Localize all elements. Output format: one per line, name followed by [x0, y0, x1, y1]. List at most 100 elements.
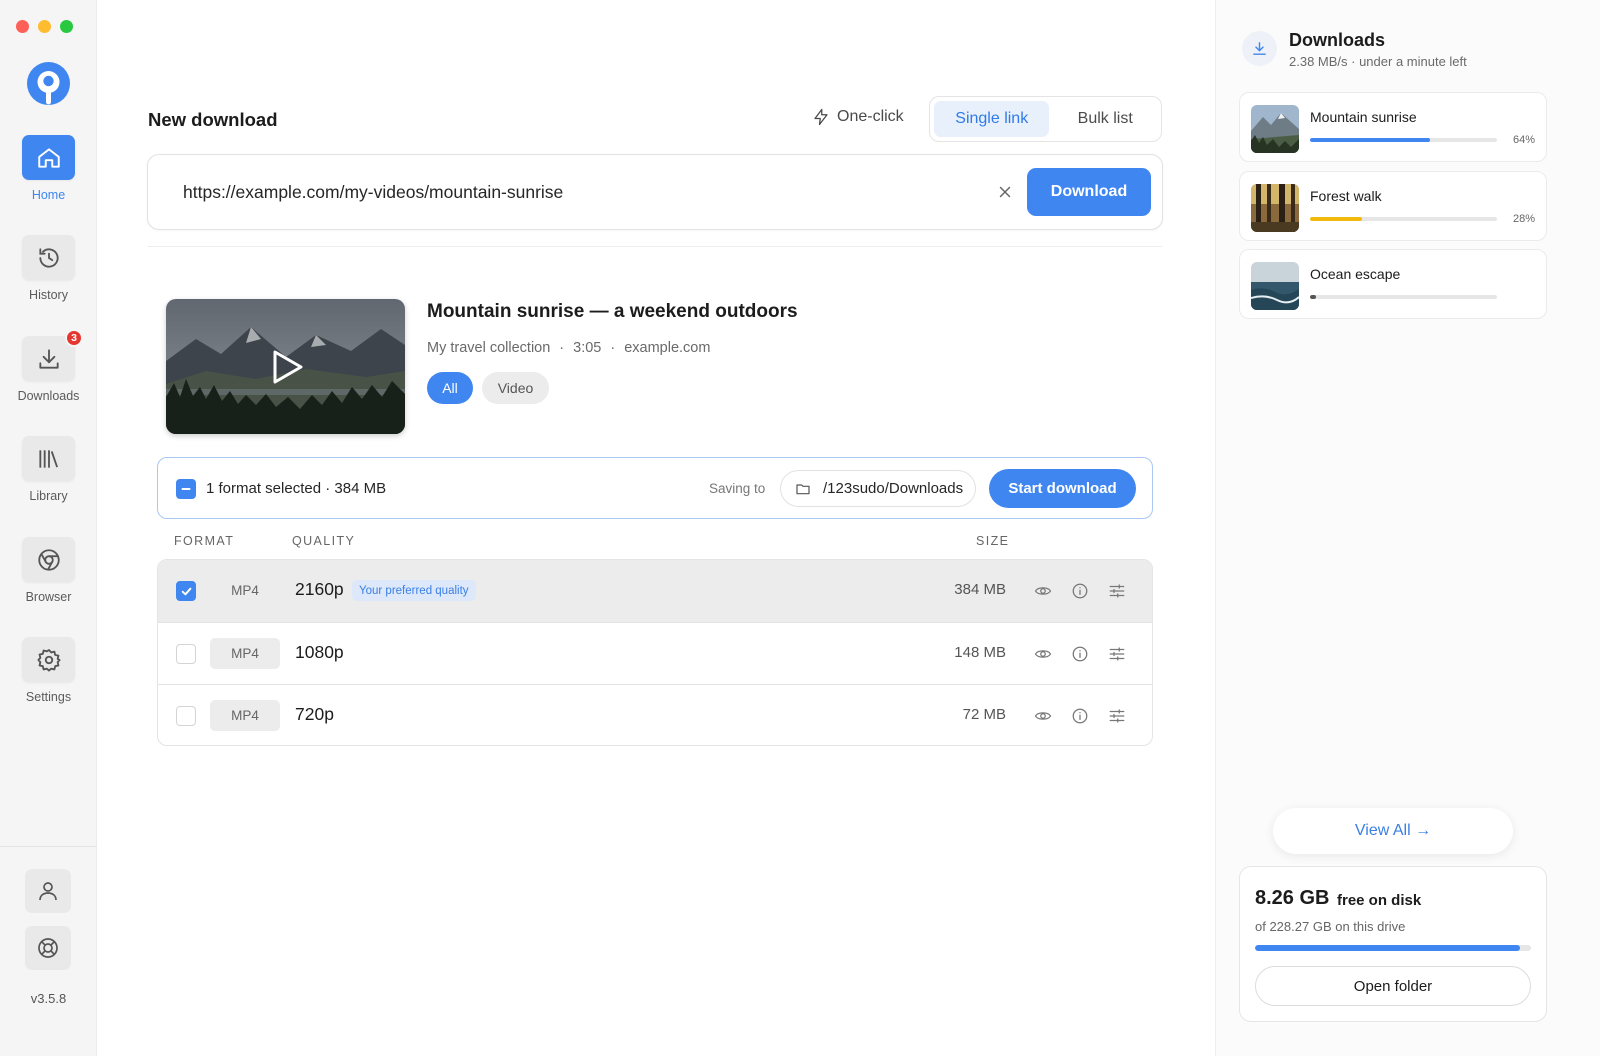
formats-table: MP4 2160p Your preferred quality 384 MB … — [157, 559, 1153, 746]
row-checkbox[interactable] — [176, 706, 196, 726]
meta-separator: · — [610, 340, 616, 356]
downloads-button[interactable]: 3 — [22, 329, 83, 381]
table-row[interactable]: MP4 1080p 148 MB — [158, 622, 1152, 684]
adjust-sliders-icon[interactable] — [1108, 707, 1126, 725]
select-all-checkbox[interactable] — [176, 479, 196, 499]
one-click-button[interactable]: One-click — [812, 108, 904, 126]
filter-all[interactable]: All — [427, 372, 473, 404]
disk-usage-bar — [1255, 945, 1531, 951]
sidebar-item-downloads[interactable]: 3 Downloads — [0, 329, 97, 403]
home-button[interactable] — [22, 135, 75, 180]
row-checkbox[interactable] — [176, 644, 196, 664]
info-icon[interactable] — [1071, 582, 1089, 600]
preview-eye-icon[interactable] — [1034, 582, 1052, 600]
view-all-button[interactable]: View All → — [1273, 808, 1513, 854]
mode-switch: Single link Bulk list — [929, 96, 1162, 142]
video-collection: My travel collection — [427, 340, 551, 356]
adjust-sliders-icon[interactable] — [1108, 582, 1126, 600]
progress-fill — [1310, 295, 1316, 299]
info-icon[interactable] — [1071, 645, 1089, 663]
download-progress — [1310, 295, 1497, 299]
sidebar-item-label: Settings — [25, 690, 72, 704]
folder-icon — [796, 483, 810, 494]
preview-eye-icon[interactable] — [1034, 645, 1052, 663]
row-checkbox[interactable] — [176, 581, 196, 601]
history-button[interactable] — [22, 235, 75, 280]
downloads-speed: 2.38 MB/s · under a minute left — [1289, 54, 1467, 69]
browser-button[interactable] — [22, 537, 75, 582]
download-item[interactable]: Forest walk 28% — [1239, 171, 1547, 241]
disk-usage-card: 8.26 GB free on disk of 228.27 GB on thi… — [1239, 866, 1547, 1022]
sidebar-item-home[interactable]: Home — [0, 135, 97, 202]
disk-free-amount: 8.26 GB — [1255, 887, 1330, 909]
disk-total: of 228.27 GB on this drive — [1255, 919, 1406, 934]
minus-icon — [181, 488, 191, 490]
play-icon[interactable] — [268, 347, 306, 387]
video-meta: My travel collection · 3:05 · example.co… — [427, 340, 710, 356]
download-thumbnail — [1251, 105, 1299, 153]
progress-fill — [1310, 138, 1430, 142]
column-header-quality: QUALITY — [292, 534, 356, 548]
start-download-button[interactable]: Start download — [989, 469, 1136, 508]
format-badge: MP4 — [210, 700, 280, 731]
page-title: New download — [148, 109, 278, 130]
column-header-size: SIZE — [976, 534, 1010, 548]
maximize-window-button[interactable] — [60, 20, 73, 33]
clear-icon[interactable] — [996, 183, 1014, 201]
meta-separator: · — [559, 340, 565, 356]
settings-button[interactable] — [22, 637, 75, 682]
video-source: example.com — [624, 340, 711, 356]
download-icon — [38, 348, 59, 369]
adjust-sliders-icon[interactable] — [1108, 645, 1126, 663]
download-item[interactable]: Ocean escape — [1239, 249, 1547, 319]
download-percent: 64% — [1512, 134, 1535, 146]
saving-label: Saving to — [709, 481, 766, 496]
lightning-icon — [814, 108, 828, 126]
table-row[interactable]: MP4 720p 72 MB — [158, 684, 1152, 745]
column-header-format: FORMAT — [174, 534, 235, 548]
format-badge: MP4 — [231, 583, 259, 598]
info-icon[interactable] — [1071, 707, 1089, 725]
download-name: Ocean escape — [1310, 266, 1401, 282]
minimize-window-button[interactable] — [38, 20, 51, 33]
home-icon — [37, 147, 60, 168]
downloads-panel: Downloads 2.38 MB/s · under a minute lef… — [1215, 0, 1600, 1056]
library-button[interactable] — [22, 436, 75, 481]
browser-icon — [37, 548, 60, 571]
one-click-label: One-click — [837, 108, 904, 125]
save-path: /123sudo/Downloads — [823, 480, 964, 497]
window-controls — [16, 20, 73, 33]
quality-label: 2160p — [295, 579, 344, 599]
tab-single-link[interactable]: Single link — [934, 101, 1050, 137]
lifebuoy-icon — [38, 938, 58, 958]
account-button[interactable] — [25, 869, 71, 913]
user-icon — [39, 882, 57, 901]
sidebar-item-history[interactable]: History — [0, 235, 97, 302]
download-thumbnail — [1251, 262, 1299, 310]
download-button[interactable]: Download — [1027, 168, 1151, 216]
preview-eye-icon[interactable] — [1034, 707, 1052, 725]
preferred-quality-tag: Your preferred quality — [352, 580, 476, 601]
download-item[interactable]: Mountain sunrise 64% — [1239, 92, 1547, 162]
download-progress — [1310, 217, 1497, 221]
downloads-badge: 3 — [65, 329, 83, 347]
sidebar-item-label: Home — [31, 188, 66, 202]
table-row[interactable]: MP4 2160p Your preferred quality 384 MB — [158, 560, 1152, 622]
download-progress — [1310, 138, 1497, 142]
open-folder-button[interactable]: Open folder — [1255, 966, 1531, 1006]
filter-video[interactable]: Video — [482, 372, 549, 404]
tab-bulk-list[interactable]: Bulk list — [1053, 101, 1157, 137]
sidebar-item-browser[interactable]: Browser — [0, 537, 97, 604]
sidebar-item-settings[interactable]: Settings — [0, 637, 97, 704]
sidebar-item-label: Downloads — [17, 389, 80, 403]
help-button[interactable] — [25, 926, 71, 970]
sidebar-item-label: Browser — [25, 590, 72, 604]
format-badge: MP4 — [210, 638, 280, 669]
check-icon — [181, 587, 191, 595]
close-window-button[interactable] — [16, 20, 29, 33]
url-input[interactable]: https://example.com/my-videos/mountain-s… — [183, 182, 563, 203]
save-path-button[interactable]: /123sudo/Downloads — [780, 470, 976, 507]
sidebar-item-library[interactable]: Library — [0, 436, 97, 503]
selection-summary: 1 format selected · 384 MB — [206, 480, 387, 497]
download-icon — [1253, 42, 1266, 55]
